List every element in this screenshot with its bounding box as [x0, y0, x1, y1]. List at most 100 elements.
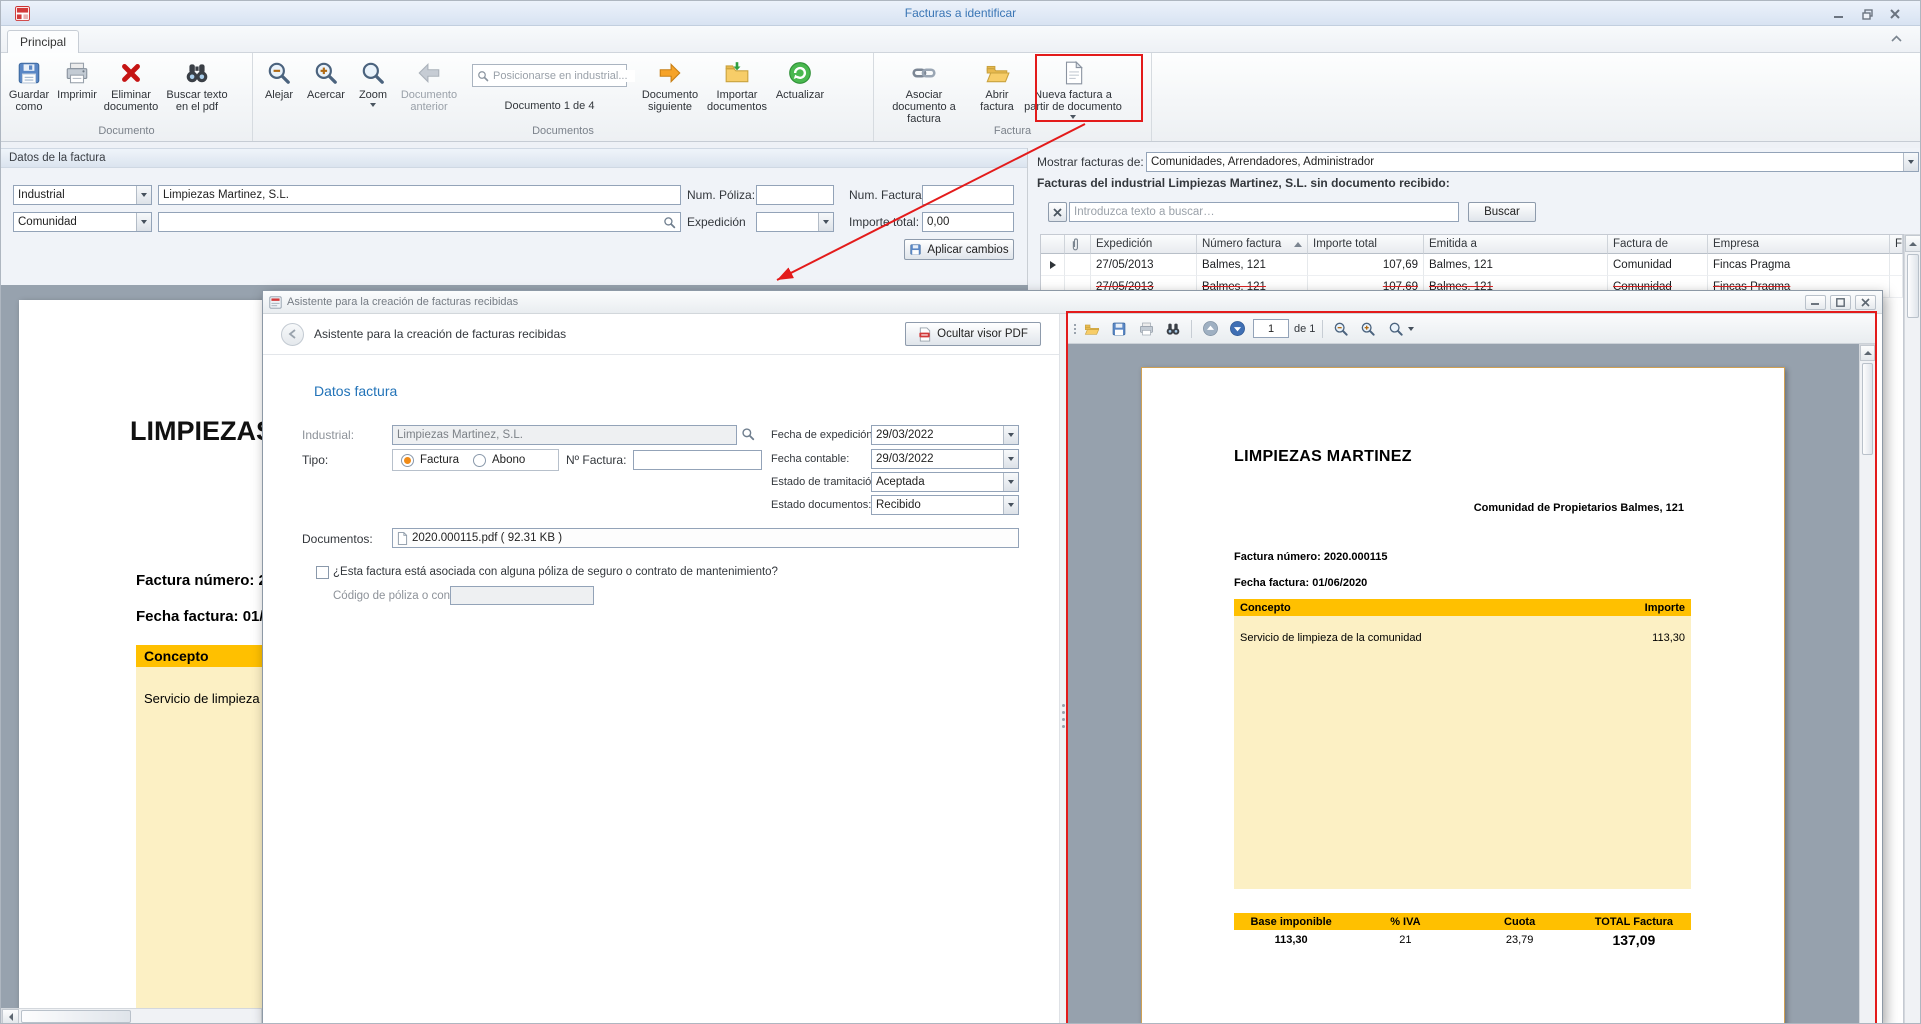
num-factura-wizard-input[interactable]	[633, 450, 762, 470]
chevron-down-icon[interactable]	[1003, 473, 1018, 491]
alejar-button[interactable]: Alejar	[256, 56, 302, 125]
dialog-maximize-button[interactable]	[1830, 295, 1851, 310]
posicionarse-input[interactable]	[493, 70, 635, 82]
close-button[interactable]	[1886, 7, 1904, 21]
pdf-page: LIMPIEZAS MARTINEZ Comunidad de Propieta…	[1141, 367, 1785, 1024]
importe-total-field[interactable]: 0,00	[922, 212, 1014, 232]
clear-search-button[interactable]	[1048, 202, 1067, 222]
industrial-value-field[interactable]: Limpiezas Martinez, S.L.	[158, 185, 681, 205]
chevron-down-icon[interactable]	[1003, 426, 1018, 444]
buscar-texto-pdf-button[interactable]: Buscar texto en el pdf	[162, 56, 232, 125]
chevron-down-icon[interactable]	[136, 186, 151, 204]
print-pdf-button[interactable]	[1135, 318, 1157, 340]
guardar-como-button[interactable]: Guardar como	[4, 56, 54, 125]
scroll-up-button[interactable]	[1860, 345, 1875, 361]
search-icon[interactable]	[663, 216, 676, 229]
documento-file-name: 2020.000115.pdf ( 92.31 KB )	[412, 532, 562, 544]
actualizar-button[interactable]: Actualizar	[771, 56, 829, 125]
eliminar-documento-button[interactable]: Eliminar documento	[100, 56, 162, 125]
zoom-out-pdf-button[interactable]	[1330, 318, 1352, 340]
grid-header-expedicion[interactable]: Expedición	[1091, 235, 1197, 254]
importar-documentos-label: Importar documentos	[703, 89, 771, 113]
previous-page-button[interactable]	[1199, 318, 1221, 340]
open-file-button[interactable]	[1081, 318, 1103, 340]
documento-anterior-button[interactable]: Documento anterior	[396, 56, 462, 125]
num-poliza-input[interactable]	[756, 185, 834, 205]
horizontal-scrollbar[interactable]	[1, 1008, 262, 1024]
fecha-contable-combo[interactable]: 29/03/2022	[871, 449, 1019, 469]
buscar-button[interactable]: Buscar	[1468, 202, 1536, 222]
grid-header-numero-factura[interactable]: Número factura	[1197, 235, 1308, 254]
imprimir-button[interactable]: Imprimir	[54, 56, 100, 125]
grid-header-selector	[1041, 235, 1065, 254]
mostrar-facturas-combo[interactable]: Comunidades, Arrendadores, Administrador	[1146, 152, 1919, 172]
documentos-field[interactable]: 2020.000115.pdf ( 92.31 KB )	[392, 528, 1019, 548]
fecha-expedicion-combo[interactable]: 29/03/2022	[871, 425, 1019, 445]
toolbar-grip[interactable]	[1074, 322, 1076, 336]
grid-header-importe-total[interactable]: Importe total	[1308, 235, 1424, 254]
expedicion-combo[interactable]	[756, 212, 834, 232]
nueva-factura-label: Nueva factura a partir de documento	[1023, 89, 1123, 113]
ribbon-group-documentos-label: Documentos	[253, 125, 873, 141]
dialog-minimize-button[interactable]	[1805, 295, 1826, 310]
zoom-in-pdf-button[interactable]	[1357, 318, 1379, 340]
posicionarse-searchbox[interactable]	[472, 64, 627, 87]
grid-header-fecha[interactable]: Fec	[1890, 235, 1903, 254]
radio-abono[interactable]	[473, 454, 486, 467]
scrollbar-thumb[interactable]	[1907, 254, 1919, 318]
ribbon-group-documentos: Alejar Acercar Zoom Documento anterior	[253, 53, 874, 141]
grid-header-empresa[interactable]: Empresa	[1708, 235, 1890, 254]
scroll-left-button[interactable]	[2, 1009, 19, 1024]
chevron-down-icon[interactable]	[1003, 450, 1018, 468]
asociar-documento-button[interactable]: Asociar documento a factura	[877, 56, 971, 125]
estado-tramitacion-combo[interactable]: Aceptada	[871, 472, 1019, 492]
cell-importe-total: 107,69	[1308, 254, 1424, 276]
chevron-down-icon[interactable]	[136, 213, 151, 231]
estado-documentos-combo[interactable]: Recibido	[871, 495, 1019, 515]
comunidad-combo[interactable]: Comunidad	[13, 212, 152, 232]
wizard-dialog: Asistente para la creación de facturas r…	[262, 290, 1883, 1024]
num-factura-wizard-label: Nº Factura:	[566, 453, 626, 467]
collapse-ribbon-icon[interactable]	[1891, 35, 1902, 43]
dialog-close-button[interactable]	[1855, 295, 1876, 310]
grid-header-attachment[interactable]	[1065, 235, 1091, 254]
chevron-down-icon[interactable]	[818, 213, 833, 231]
codigo-poliza-input[interactable]	[450, 586, 594, 605]
wizard-industrial-field[interactable]: Limpiezas Martinez, S.L.	[392, 425, 737, 445]
search-pdf-button[interactable]	[1162, 318, 1184, 340]
radio-factura[interactable]	[401, 454, 414, 467]
chevron-down-icon[interactable]	[1903, 153, 1918, 171]
importar-documentos-button[interactable]: Importar documentos	[703, 56, 771, 125]
num-factura-input[interactable]	[922, 185, 1014, 205]
zoom-mode-button[interactable]	[1384, 318, 1418, 340]
poliza-checkbox[interactable]	[316, 566, 329, 579]
grid-search-input[interactable]	[1069, 202, 1459, 222]
abrir-factura-button[interactable]: Abrir factura	[971, 56, 1023, 125]
splitter-handle[interactable]	[1059, 314, 1068, 1024]
comunidad-value-field[interactable]	[158, 212, 681, 232]
documento-siguiente-button[interactable]: Documento siguiente	[637, 56, 703, 125]
next-page-button[interactable]	[1226, 318, 1248, 340]
chevron-down-icon[interactable]	[1003, 496, 1018, 514]
search-icon[interactable]	[741, 427, 755, 441]
aplicar-cambios-button[interactable]: Aplicar cambios	[904, 239, 1014, 260]
save-pdf-button[interactable]	[1108, 318, 1130, 340]
scrollbar-thumb[interactable]	[1862, 363, 1873, 455]
acercar-button[interactable]: Acercar	[302, 56, 350, 125]
scrollbar-thumb[interactable]	[21, 1010, 131, 1023]
grid-vertical-scrollbar[interactable]	[1904, 234, 1921, 1024]
minimize-button[interactable]	[1830, 7, 1848, 21]
page-number-input[interactable]	[1253, 319, 1289, 338]
industrial-combo[interactable]: Industrial	[13, 185, 152, 205]
documento-chip[interactable]: 2020.000115.pdf ( 92.31 KB )	[397, 532, 562, 545]
grid-header-factura-de[interactable]: Factura de	[1608, 235, 1708, 254]
nueva-factura-button[interactable]: Nueva factura a partir de documento	[1023, 56, 1123, 125]
zoom-button[interactable]: Zoom	[350, 56, 396, 125]
scroll-up-button[interactable]	[1905, 235, 1921, 252]
grid-header-emitida-a[interactable]: Emitida a	[1424, 235, 1608, 254]
restore-button[interactable]	[1858, 7, 1876, 21]
tab-principal[interactable]: Principal	[7, 30, 79, 53]
table-row[interactable]: 27/05/2013 Balmes, 121 107,69 Balmes, 12…	[1041, 254, 1903, 276]
pdf-vertical-scrollbar[interactable]	[1859, 344, 1876, 1024]
ocultar-visor-pdf-button[interactable]: Ocultar visor PDF	[905, 322, 1041, 346]
